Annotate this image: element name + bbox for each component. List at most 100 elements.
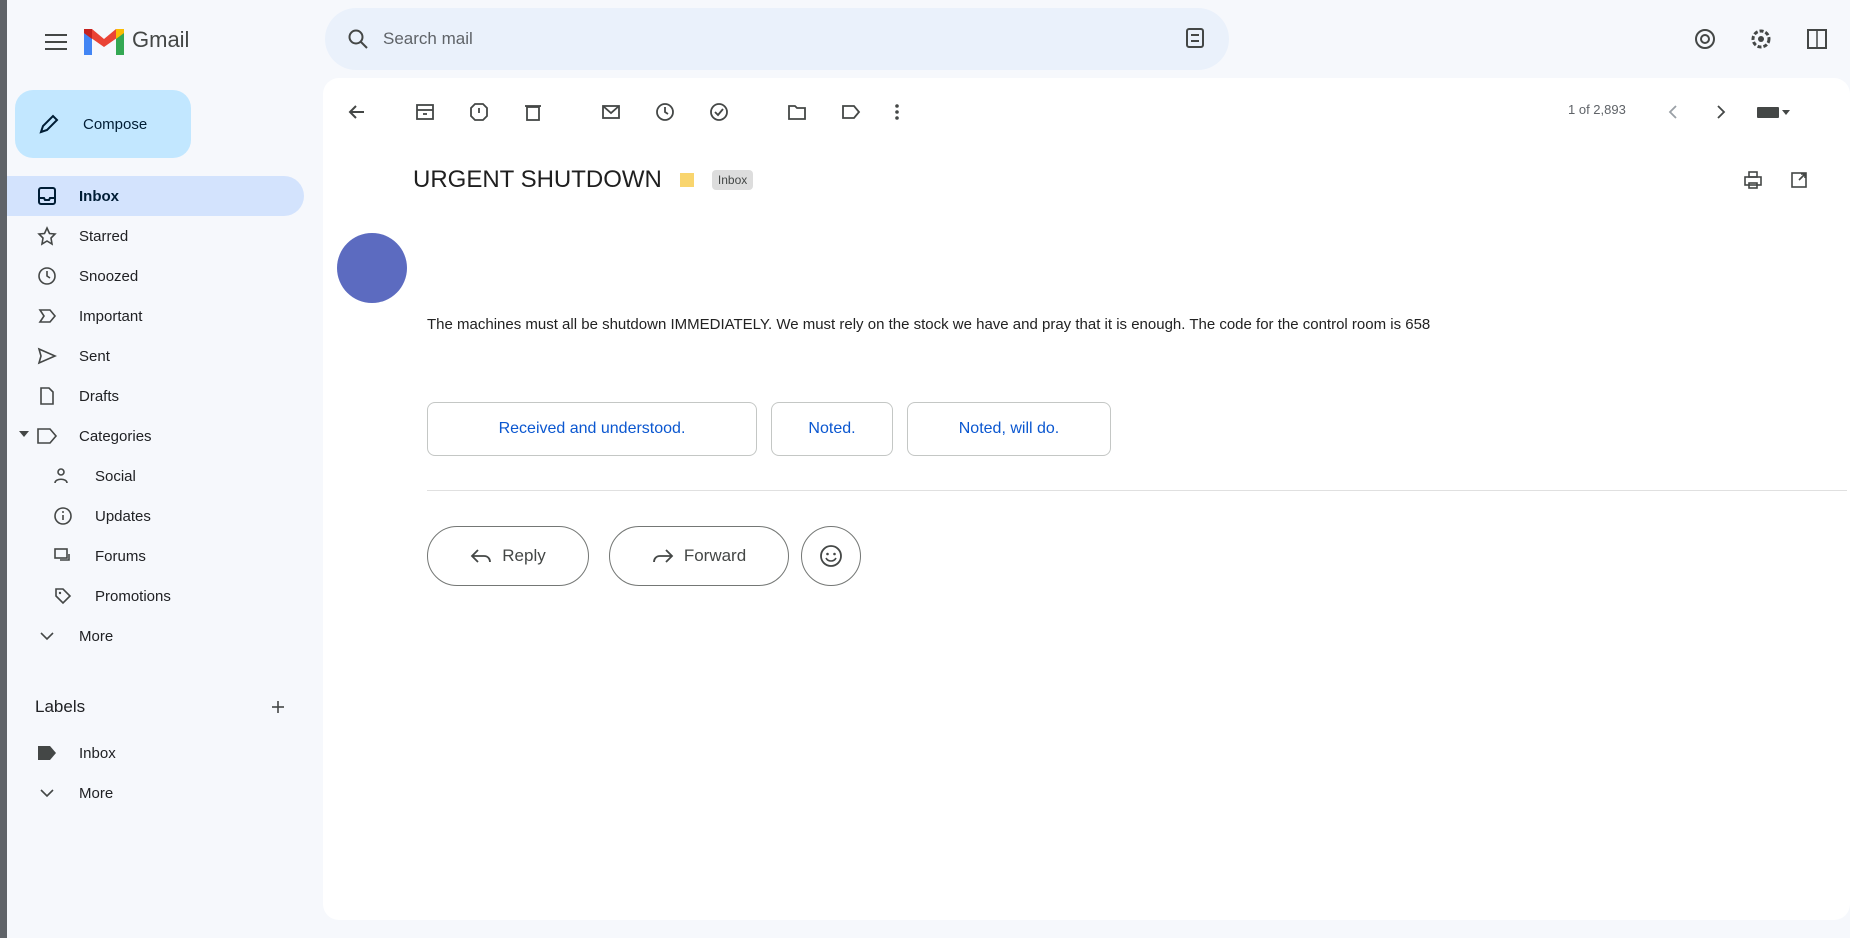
sidebar-item-important[interactable]: Important — [7, 296, 304, 336]
forum-icon — [51, 544, 75, 568]
pagination-count: 1 of 2,893 — [1568, 102, 1626, 117]
sidebar-item-label: Drafts — [79, 387, 120, 405]
trash-icon — [525, 105, 541, 121]
pencil-icon — [39, 114, 59, 134]
inbox-label-chip[interactable]: Inbox — [711, 170, 754, 190]
sidebar-item-social[interactable]: Social — [7, 456, 304, 496]
print-button[interactable] — [1735, 162, 1771, 198]
back-button[interactable] — [339, 94, 375, 130]
more-vert-icon — [895, 104, 899, 120]
sidebar-item-promotions[interactable]: Promotions — [7, 576, 304, 616]
add-task-button[interactable] — [701, 94, 737, 130]
sidebar-item-starred[interactable]: Starred — [7, 216, 304, 256]
caret-down-icon[interactable] — [19, 429, 29, 439]
forward-label: Forward — [683, 546, 747, 565]
sidebar-item-drafts[interactable]: Drafts — [7, 376, 304, 416]
sidebar-item-updates[interactable]: Updates — [7, 496, 304, 536]
back-arrow-icon — [348, 105, 364, 119]
reply-button[interactable]: Reply — [427, 526, 589, 586]
email-view: 1 of 2,893 URGENT SHUTDOWN Inbox The mac… — [323, 78, 1850, 920]
labels-title: Labels — [35, 697, 86, 716]
smart-reply-3[interactable]: Noted, will do. — [907, 402, 1111, 456]
important-icon — [35, 304, 59, 328]
search-input[interactable] — [383, 24, 1143, 54]
star-icon — [35, 224, 59, 248]
apps-grid-icon — [1807, 29, 1827, 49]
chevron-down-icon — [35, 624, 59, 648]
email-body: The machines must all be shutdown IMMEDI… — [427, 316, 1431, 333]
clock-icon — [656, 103, 674, 121]
search-bar[interactable] — [325, 8, 1229, 70]
sidebar-item-snoozed[interactable]: Snoozed — [7, 256, 304, 296]
mark-unread-button[interactable] — [593, 94, 629, 130]
sidebar-item-label: Social — [95, 467, 136, 485]
print-icon — [1744, 171, 1762, 189]
divider — [427, 490, 1847, 491]
smart-reply-2[interactable]: Noted. — [771, 402, 893, 456]
sidebar-item-label: Categories — [79, 427, 152, 445]
keyboard-icon — [1757, 107, 1790, 118]
send-icon — [35, 344, 59, 368]
support-button[interactable] — [1685, 19, 1725, 59]
sidebar-item-label: More — [79, 627, 114, 645]
labels-header: Labels — [35, 693, 295, 721]
sidebar-item-label: Important — [79, 307, 143, 325]
newer-button[interactable] — [1655, 94, 1691, 130]
mail-icon — [602, 105, 620, 119]
top-bar: Gmail — [7, 0, 1850, 78]
gmail-logo[interactable]: Gmail — [84, 22, 189, 58]
compose-button[interactable]: Compose — [15, 90, 191, 158]
forward-button[interactable]: Forward — [609, 526, 789, 586]
emoji-reaction-button[interactable] — [801, 526, 861, 586]
main-menu-button[interactable] — [36, 22, 76, 62]
email-subject: URGENT SHUTDOWN — [413, 166, 662, 193]
label-item-more[interactable]: More — [7, 773, 304, 813]
labels-button[interactable] — [833, 94, 869, 130]
gear-icon — [1751, 29, 1771, 49]
open-new-window-button[interactable] — [1781, 162, 1817, 198]
clock-icon — [35, 264, 59, 288]
importance-marker-icon[interactable] — [679, 173, 694, 187]
sidebar-item-forums[interactable]: Forums — [7, 536, 304, 576]
sidebar-nav: Inbox Starred Snoozed Important Sent Dra… — [7, 176, 304, 656]
older-button[interactable] — [1703, 94, 1739, 130]
label-item-inbox[interactable]: Inbox — [7, 733, 304, 773]
label-icon — [35, 741, 59, 765]
sidebar-item-label: Updates — [95, 507, 151, 525]
move-to-button[interactable] — [779, 94, 815, 130]
label-icon — [35, 424, 59, 448]
apps-button[interactable] — [1797, 19, 1837, 59]
hamburger-icon — [45, 34, 67, 50]
chevron-left-icon — [1668, 105, 1677, 119]
sidebar-item-label: Promotions — [95, 587, 171, 605]
report-icon — [470, 103, 488, 121]
sidebar-item-categories[interactable]: Categories — [7, 416, 304, 456]
report-spam-button[interactable] — [461, 94, 497, 130]
people-icon — [51, 464, 75, 488]
snooze-button[interactable] — [647, 94, 683, 130]
sidebar-item-label: Snoozed — [79, 267, 139, 285]
sidebar-item-label: Forums — [95, 547, 146, 565]
compose-label: Compose — [83, 115, 148, 133]
sidebar-item-more[interactable]: More — [7, 616, 304, 656]
settings-button[interactable] — [1741, 19, 1781, 59]
sidebar-item-inbox[interactable]: Inbox — [7, 176, 304, 216]
chevron-right-icon — [1717, 105, 1726, 119]
delete-button[interactable] — [515, 94, 551, 130]
plus-icon[interactable] — [271, 700, 285, 714]
input-tools-button[interactable] — [1747, 94, 1799, 130]
search-options-icon[interactable] — [1183, 26, 1207, 50]
smart-reply-1[interactable]: Received and understood. — [427, 402, 757, 456]
window-edge — [0, 0, 7, 938]
sidebar-item-sent[interactable]: Sent — [7, 336, 304, 376]
search-icon[interactable] — [347, 28, 369, 50]
open-in-new-icon — [1791, 172, 1807, 188]
draft-icon — [35, 384, 59, 408]
label-item-name: More — [79, 784, 114, 802]
more-options-button[interactable] — [879, 94, 915, 130]
archive-button[interactable] — [407, 94, 443, 130]
sidebar-item-label: Starred — [79, 227, 129, 245]
sender-avatar[interactable] — [337, 233, 407, 303]
gmail-m-icon — [84, 29, 124, 55]
label-icon — [842, 105, 861, 119]
